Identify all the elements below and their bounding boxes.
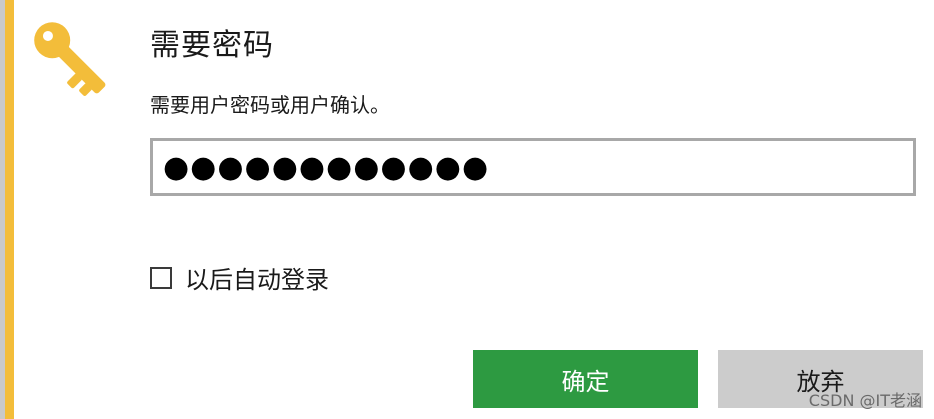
ok-button[interactable]: 确定 bbox=[473, 350, 698, 408]
remember-checkbox[interactable] bbox=[150, 266, 172, 289]
ok-button-label: 确定 bbox=[561, 367, 610, 396]
password-dialog: 需要密码 需要用户密码或用户确认。 以后自动登录 确定 放弃 CSDN @IT老… bbox=[0, 0, 934, 419]
dialog-title: 需要密码 bbox=[150, 28, 274, 63]
accent-bar bbox=[5, 0, 14, 419]
watermark: CSDN @IT老涵 bbox=[808, 391, 922, 410]
password-input[interactable] bbox=[150, 138, 916, 196]
dialog-message: 需要用户密码或用户确认。 bbox=[150, 93, 390, 117]
remember-login-option[interactable]: 以后自动登录 bbox=[150, 260, 329, 295]
key-icon bbox=[34, 22, 106, 96]
remember-label: 以后自动登录 bbox=[185, 266, 329, 294]
